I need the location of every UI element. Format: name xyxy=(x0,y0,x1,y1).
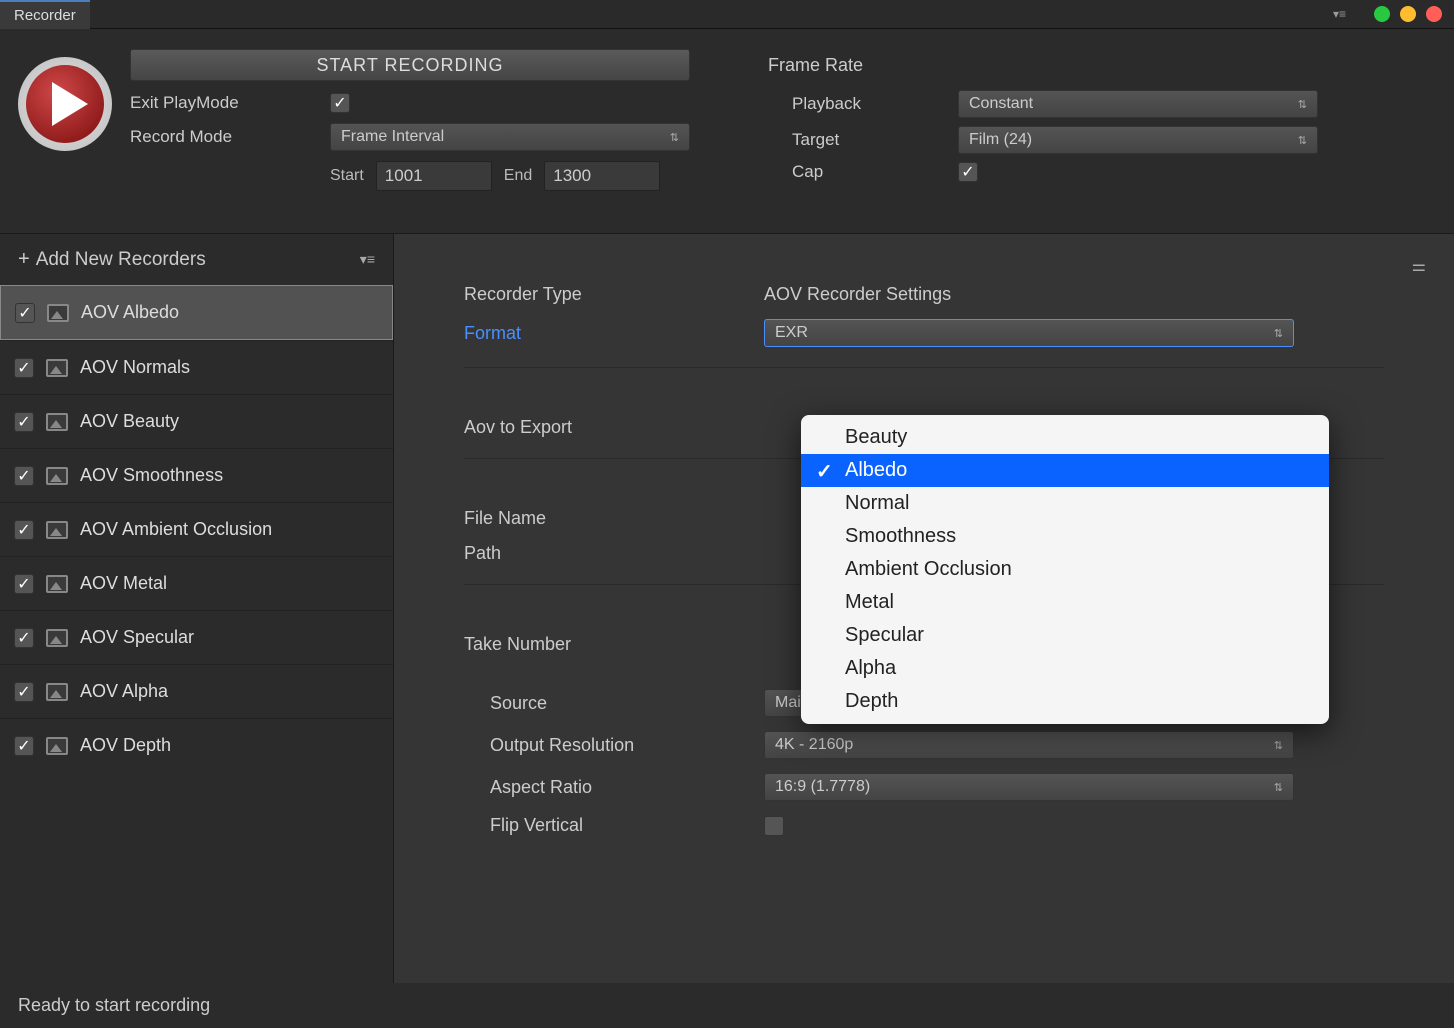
presets-icon[interactable]: ⚌ xyxy=(1412,256,1426,276)
popup-option[interactable]: Depth xyxy=(801,685,1329,718)
aspect-label: Aspect Ratio xyxy=(490,777,764,798)
recorder-name-label: AOV Metal xyxy=(80,573,167,594)
flip-label: Flip Vertical xyxy=(490,815,764,836)
minimize-button[interactable] xyxy=(1374,6,1390,22)
image-icon xyxy=(46,737,68,755)
frame-rate-title: Frame Rate xyxy=(768,55,1436,76)
recorder-name-label: AOV Alpha xyxy=(80,681,168,702)
aov-export-label: Aov to Export xyxy=(464,417,764,438)
exit-playmode-checkbox[interactable]: ✓ xyxy=(330,93,350,113)
image-icon xyxy=(46,683,68,701)
popup-option[interactable]: Specular xyxy=(801,619,1329,652)
aspect-dropdown[interactable]: 16:9 (1.7778) xyxy=(764,773,1294,801)
cap-label: Cap xyxy=(792,162,958,182)
recorder-item[interactable]: ✓ AOV Normals xyxy=(0,340,393,394)
recorder-item[interactable]: ✓ AOV Smoothness xyxy=(0,448,393,502)
popup-option[interactable]: Normal xyxy=(801,487,1329,520)
tab-menu-icon[interactable]: ▾≡ xyxy=(1333,7,1346,21)
recorder-checkbox[interactable]: ✓ xyxy=(14,628,34,648)
header-section: START RECORDING Exit PlayMode ✓ Record M… xyxy=(0,29,1454,234)
image-icon xyxy=(46,359,68,377)
path-label: Path xyxy=(464,543,764,564)
popup-option[interactable]: Smoothness xyxy=(801,520,1329,553)
target-dropdown[interactable]: Film (24) xyxy=(958,126,1318,154)
recorder-checkbox[interactable]: ✓ xyxy=(14,412,34,432)
flip-checkbox[interactable] xyxy=(764,816,784,836)
image-icon xyxy=(46,413,68,431)
playback-label: Playback xyxy=(792,94,958,114)
recorder-item[interactable]: ✓ AOV Specular xyxy=(0,610,393,664)
popup-option[interactable]: Ambient Occlusion xyxy=(801,553,1329,586)
format-label[interactable]: Format xyxy=(464,323,764,344)
header-right: Frame Rate Playback Constant Target Film… xyxy=(708,49,1436,201)
add-recorders-button[interactable]: +Add New Recorders xyxy=(18,248,206,271)
image-icon xyxy=(46,629,68,647)
cap-checkbox[interactable]: ✓ xyxy=(958,162,978,182)
popup-option[interactable]: Beauty xyxy=(801,421,1329,454)
recorder-name-label: AOV Ambient Occlusion xyxy=(80,519,272,540)
popup-option[interactable]: Alpha xyxy=(801,652,1329,685)
window-controls xyxy=(1374,6,1442,22)
recorder-name-label: AOV Beauty xyxy=(80,411,179,432)
record-mode-label: Record Mode xyxy=(130,127,330,147)
recorder-name-label: AOV Albedo xyxy=(81,302,179,323)
recorder-item[interactable]: ✓ AOV Ambient Occlusion xyxy=(0,502,393,556)
status-bar: Ready to start recording xyxy=(0,983,1454,1028)
sidebar-header: +Add New Recorders ▾≡ xyxy=(0,234,393,285)
record-mode-dropdown[interactable]: Frame Interval xyxy=(330,123,690,151)
recorder-checkbox[interactable]: ✓ xyxy=(14,466,34,486)
recorder-item[interactable]: ✓ AOV Beauty xyxy=(0,394,393,448)
zoom-button[interactable] xyxy=(1400,6,1416,22)
recorder-name-label: AOV Normals xyxy=(80,357,190,378)
play-button[interactable] xyxy=(18,57,112,151)
header-left: START RECORDING Exit PlayMode ✓ Record M… xyxy=(130,49,690,201)
take-number-label: Take Number xyxy=(464,634,764,655)
start-recording-button[interactable]: START RECORDING xyxy=(130,49,690,81)
recorder-checkbox[interactable]: ✓ xyxy=(14,358,34,378)
recorder-type-value: AOV Recorder Settings xyxy=(764,284,1384,305)
format-dropdown[interactable]: EXR xyxy=(764,319,1294,347)
file-name-label: File Name xyxy=(464,508,764,529)
recorder-list: ✓ AOV Albedo ✓ AOV Normals ✓ AOV Beauty … xyxy=(0,285,393,772)
popup-option[interactable]: Albedo xyxy=(801,454,1329,487)
exit-playmode-label: Exit PlayMode xyxy=(130,93,330,113)
recorder-name-label: AOV Smoothness xyxy=(80,465,223,486)
output-res-label: Output Resolution xyxy=(490,735,764,756)
image-icon xyxy=(46,467,68,485)
tab-recorder[interactable]: Recorder xyxy=(0,0,90,29)
tab-bar: Recorder ▾≡ xyxy=(0,0,1454,29)
sidebar-menu-icon[interactable]: ▾≡ xyxy=(360,251,375,268)
recorder-checkbox[interactable]: ✓ xyxy=(14,574,34,594)
recorder-type-label: Recorder Type xyxy=(464,284,764,305)
recorder-checkbox[interactable]: ✓ xyxy=(14,736,34,756)
plus-icon: + xyxy=(18,248,30,270)
output-res-dropdown[interactable]: 4K - 2160p xyxy=(764,731,1294,759)
end-frame-label: End xyxy=(504,167,532,185)
recorder-item[interactable]: ✓ AOV Albedo xyxy=(0,285,393,340)
recorder-name-label: AOV Specular xyxy=(80,627,194,648)
image-icon xyxy=(46,521,68,539)
recorder-checkbox[interactable]: ✓ xyxy=(15,303,35,323)
playback-dropdown[interactable]: Constant xyxy=(958,90,1318,118)
source-label: Source xyxy=(490,693,764,714)
image-icon xyxy=(47,304,69,322)
target-label: Target xyxy=(792,130,958,150)
recorder-item[interactable]: ✓ AOV Depth xyxy=(0,718,393,772)
start-frame-input[interactable] xyxy=(376,161,492,191)
aov-popup-menu: BeautyAlbedoNormalSmoothnessAmbient Occl… xyxy=(801,415,1329,724)
close-button[interactable] xyxy=(1426,6,1442,22)
recorder-item[interactable]: ✓ AOV Alpha xyxy=(0,664,393,718)
image-icon xyxy=(46,575,68,593)
popup-option[interactable]: Metal xyxy=(801,586,1329,619)
recorder-name-label: AOV Depth xyxy=(80,735,171,756)
play-icon xyxy=(26,65,104,143)
sidebar: +Add New Recorders ▾≡ ✓ AOV Albedo ✓ AOV… xyxy=(0,234,394,1002)
end-frame-input[interactable] xyxy=(544,161,660,191)
recorder-item[interactable]: ✓ AOV Metal xyxy=(0,556,393,610)
recorder-checkbox[interactable]: ✓ xyxy=(14,682,34,702)
recorder-checkbox[interactable]: ✓ xyxy=(14,520,34,540)
start-frame-label: Start xyxy=(330,167,364,185)
